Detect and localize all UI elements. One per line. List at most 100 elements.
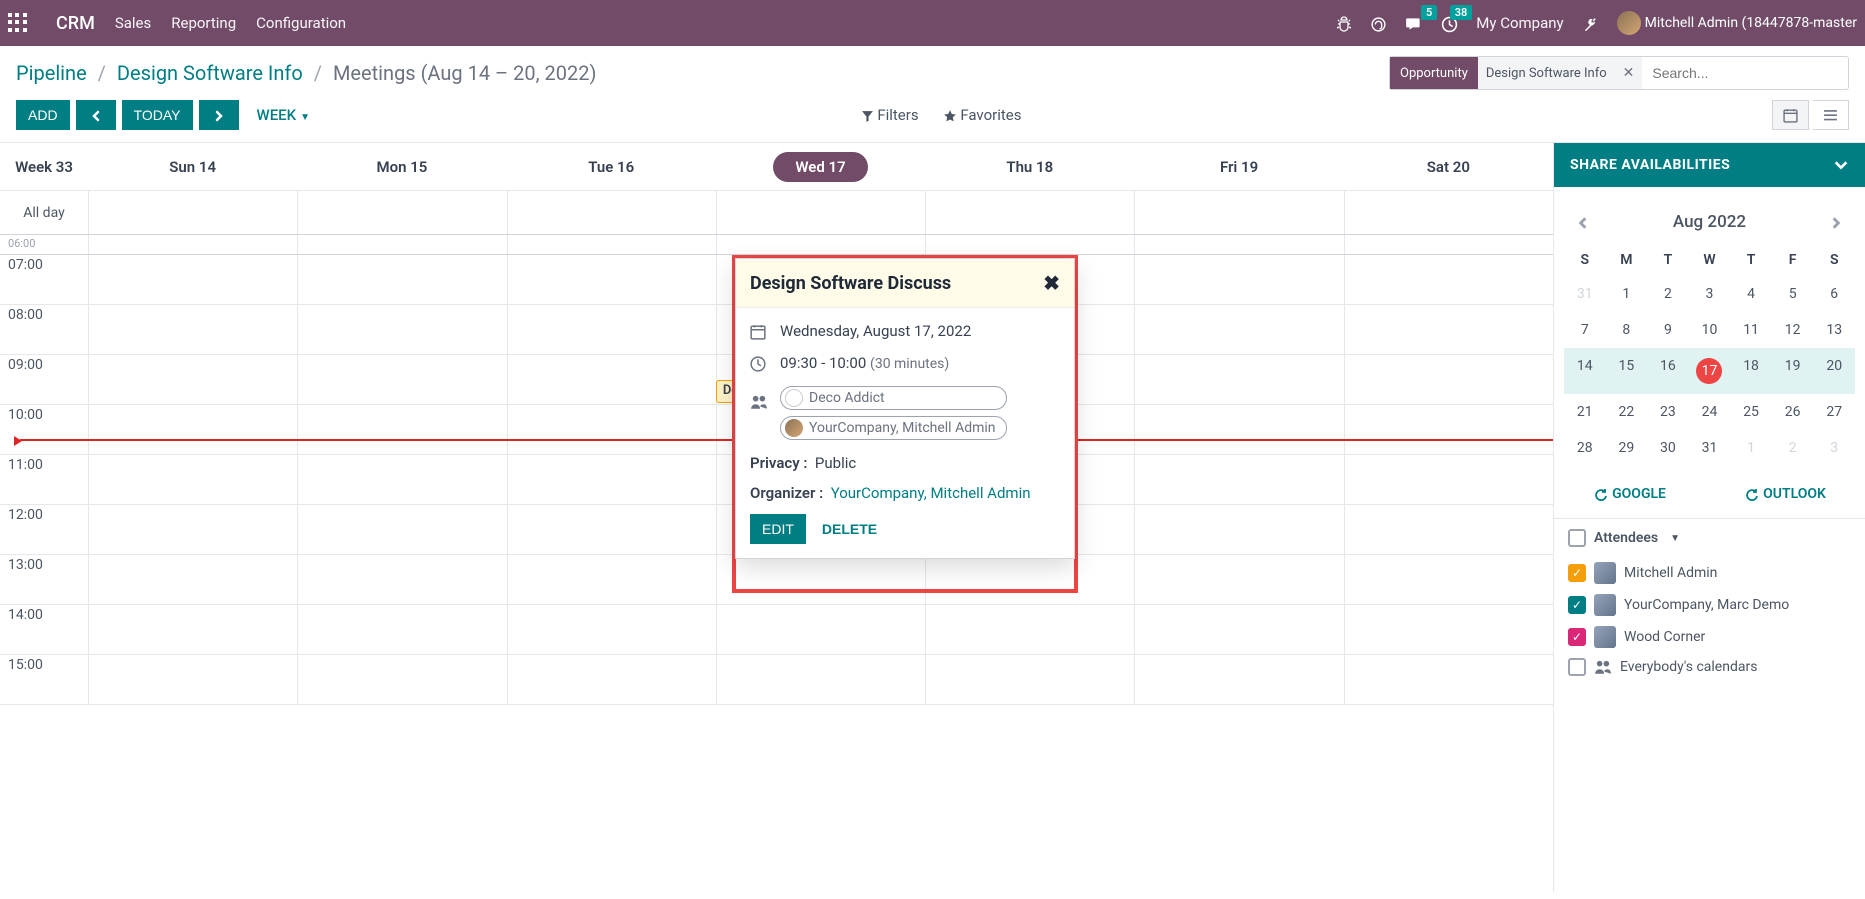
mini-cal-day[interactable]: 23	[1647, 394, 1689, 430]
nav-sales[interactable]: Sales	[115, 14, 151, 32]
time-cell[interactable]	[88, 455, 297, 504]
time-cell[interactable]	[507, 655, 716, 704]
nav-reporting[interactable]: Reporting	[171, 14, 236, 32]
time-cell[interactable]	[1134, 455, 1343, 504]
breadcrumb-opportunity[interactable]: Design Software Info	[117, 61, 303, 85]
search-input[interactable]	[1642, 65, 1848, 81]
mini-prev-icon[interactable]	[1568, 207, 1598, 236]
list-view-icon[interactable]	[1813, 100, 1849, 130]
tools-icon[interactable]	[1582, 13, 1599, 32]
time-cell[interactable]	[925, 655, 1134, 704]
mini-cal-day[interactable]: 1	[1606, 276, 1648, 312]
sync-outlook-button[interactable]: OUTLOOK	[1744, 486, 1826, 502]
time-cell[interactable]	[507, 355, 716, 404]
mini-cal-day[interactable]: 31	[1689, 430, 1731, 466]
time-cell[interactable]	[1134, 555, 1343, 604]
mini-cal-day[interactable]: 10	[1689, 312, 1731, 348]
mini-cal-day[interactable]: 25	[1730, 394, 1772, 430]
mini-cal-day[interactable]: 22	[1606, 394, 1648, 430]
mini-cal-day[interactable]: 4	[1730, 276, 1772, 312]
time-cell[interactable]	[297, 505, 506, 554]
attendee-chip[interactable]: Deco Addict	[780, 386, 1007, 410]
time-cell[interactable]	[507, 305, 716, 354]
time-cell[interactable]	[1134, 305, 1343, 354]
organizer-link[interactable]: YourCompany, Mitchell Admin	[831, 484, 1031, 502]
search-tag-remove[interactable]: ✕	[1615, 65, 1643, 81]
mini-cal-day[interactable]: 14	[1564, 348, 1606, 394]
messages-icon[interactable]: 5	[1405, 13, 1423, 33]
time-cell[interactable]	[925, 605, 1134, 654]
attendees-checkbox[interactable]	[1568, 529, 1586, 547]
time-cell[interactable]	[88, 605, 297, 654]
mini-cal-day[interactable]: 13	[1813, 312, 1855, 348]
day-header[interactable]: Mon 15	[297, 143, 506, 190]
mini-cal-day[interactable]: 28	[1564, 430, 1606, 466]
mini-cal-day[interactable]: 2	[1647, 276, 1689, 312]
add-button[interactable]: ADD	[16, 100, 70, 130]
time-cell[interactable]	[297, 655, 506, 704]
time-cell[interactable]	[88, 655, 297, 704]
activities-icon[interactable]: 38	[1441, 13, 1458, 32]
time-cell[interactable]	[297, 355, 506, 404]
mini-cal-day[interactable]: 5	[1772, 276, 1814, 312]
favorites-button[interactable]: Favorites	[943, 106, 1022, 124]
time-cell[interactable]	[1344, 555, 1553, 604]
attendee-chip[interactable]: YourCompany, Mitchell Admin	[780, 416, 1007, 440]
mini-cal-day[interactable]: 24	[1689, 394, 1731, 430]
time-cell[interactable]	[1344, 605, 1553, 654]
time-cell[interactable]	[1344, 455, 1553, 504]
time-cell[interactable]	[1344, 505, 1553, 554]
time-cell[interactable]	[88, 405, 297, 454]
prev-button[interactable]	[76, 100, 116, 130]
time-cell[interactable]	[1344, 305, 1553, 354]
mini-cal-day[interactable]: 31	[1564, 276, 1606, 312]
delete-button[interactable]: DELETE	[822, 521, 877, 537]
bug-icon[interactable]	[1336, 14, 1352, 33]
today-button[interactable]: TODAY	[122, 100, 193, 130]
mini-cal-day[interactable]: 12	[1772, 312, 1814, 348]
time-cell[interactable]	[297, 305, 506, 354]
mini-cal-day[interactable]: 8	[1606, 312, 1648, 348]
mini-cal-day[interactable]: 11	[1730, 312, 1772, 348]
app-brand[interactable]: CRM	[56, 13, 95, 34]
time-cell[interactable]	[507, 255, 716, 304]
day-header[interactable]: Sun 14	[88, 143, 297, 190]
view-scale-toggle[interactable]: WEEK▼	[257, 106, 311, 124]
mini-cal-day[interactable]: 17	[1689, 348, 1731, 394]
mini-cal-day[interactable]: 9	[1647, 312, 1689, 348]
mini-cal-day[interactable]: 30	[1647, 430, 1689, 466]
mini-cal-day[interactable]: 6	[1813, 276, 1855, 312]
popover-close-icon[interactable]: ✖	[1043, 271, 1060, 295]
calendar-view-icon[interactable]	[1772, 100, 1809, 130]
attendee-item[interactable]: ✓Mitchell Admin	[1568, 557, 1851, 589]
time-cell[interactable]	[507, 455, 716, 504]
breadcrumb-pipeline[interactable]: Pipeline	[16, 61, 87, 85]
time-cell[interactable]	[88, 305, 297, 354]
attendee-item[interactable]: Everybody's calendars	[1568, 653, 1851, 681]
time-cell[interactable]	[297, 555, 506, 604]
mini-cal-day[interactable]: 18	[1730, 348, 1772, 394]
mini-cal-day[interactable]: 3	[1813, 430, 1855, 466]
time-cell[interactable]	[716, 555, 925, 604]
time-cell[interactable]	[297, 255, 506, 304]
mini-cal-day[interactable]: 7	[1564, 312, 1606, 348]
mini-cal-day[interactable]: 20	[1813, 348, 1855, 394]
time-cell[interactable]	[1134, 655, 1343, 704]
attendee-checkbox[interactable]: ✓	[1568, 628, 1586, 646]
time-cell[interactable]	[297, 605, 506, 654]
time-cell[interactable]	[1134, 505, 1343, 554]
day-header[interactable]: Thu 18	[925, 143, 1134, 190]
search-bar[interactable]: Opportunity Design Software Info ✕	[1389, 56, 1849, 90]
attendee-item[interactable]: ✓YourCompany, Marc Demo	[1568, 589, 1851, 621]
time-cell[interactable]	[1134, 355, 1343, 404]
attendee-item[interactable]: ✓Wood Corner	[1568, 621, 1851, 653]
time-cell[interactable]	[1134, 405, 1343, 454]
mini-cal-day[interactable]: 16	[1647, 348, 1689, 394]
user-menu[interactable]: Mitchell Admin (18447878-master	[1617, 11, 1857, 35]
share-availabilities-button[interactable]: SHARE AVAILABILITIES	[1554, 143, 1865, 187]
time-cell[interactable]	[297, 405, 506, 454]
day-header[interactable]: Sat 20	[1344, 143, 1553, 190]
time-cell[interactable]	[507, 405, 716, 454]
mini-cal-day[interactable]: 21	[1564, 394, 1606, 430]
time-cell[interactable]	[507, 605, 716, 654]
